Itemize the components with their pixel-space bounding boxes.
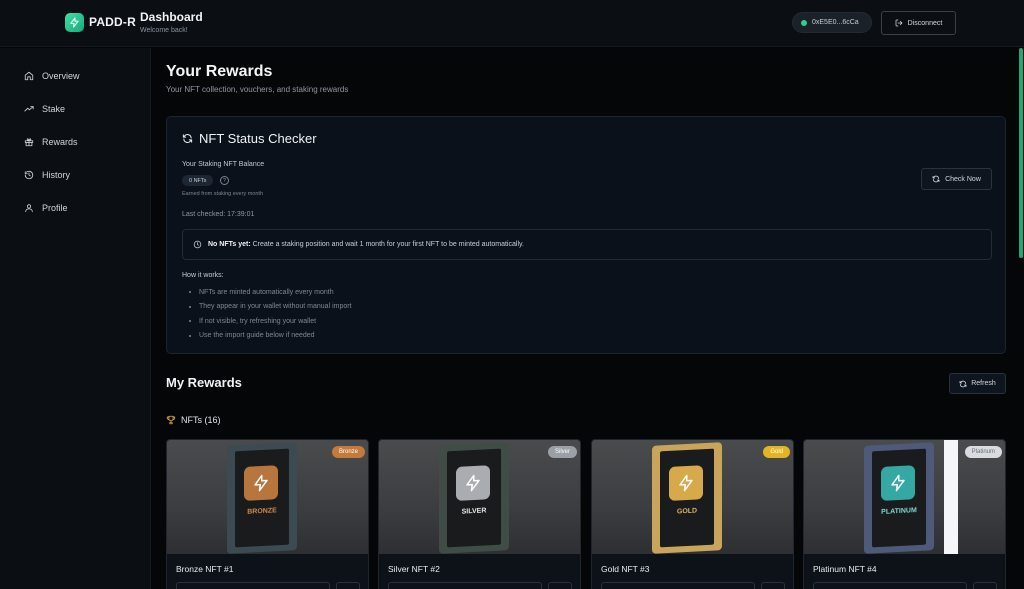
nft-name: Platinum NFT #4 bbox=[813, 564, 877, 574]
earned-note: Earned from staking every month bbox=[182, 191, 264, 197]
logo-bolt-icon bbox=[65, 13, 84, 32]
sidebar: Overview Stake Rewards History Profile bbox=[0, 48, 151, 589]
nft-more-button[interactable] bbox=[548, 582, 572, 589]
sidebar-item-label: Stake bbox=[42, 104, 66, 114]
nft-device-illustration: BRONZE bbox=[227, 442, 297, 554]
history-icon bbox=[24, 170, 34, 180]
tier-badge: Bronze bbox=[331, 446, 365, 458]
nft-balance-badge: 0 NFTs bbox=[182, 175, 214, 186]
sidebar-item-stake[interactable]: Stake bbox=[24, 102, 65, 116]
refresh-icon bbox=[959, 380, 967, 387]
header-subtitle: Welcome back! bbox=[140, 27, 188, 34]
disconnect-button[interactable]: Disconnect bbox=[881, 11, 956, 35]
sidebar-item-label: Overview bbox=[42, 71, 80, 81]
bolt-icon bbox=[881, 465, 915, 501]
app-root: PADD-R Dashboard Welcome back! 0xE5E0...… bbox=[0, 0, 1024, 589]
nft-device-illustration: SILVER bbox=[439, 442, 509, 554]
wallet-address-chip[interactable]: 0xE5E0...6cCa bbox=[792, 12, 872, 33]
nft-more-button[interactable] bbox=[336, 582, 360, 589]
list-item: NFTs are minted automatically every mont… bbox=[189, 285, 352, 300]
last-checked-text: Last checked: 17:39:01 bbox=[182, 211, 255, 218]
sidebar-item-label: History bbox=[42, 170, 71, 180]
no-nfts-notice: No NFTs yet: Create a staking position a… bbox=[182, 229, 992, 260]
nft-more-button[interactable] bbox=[761, 582, 785, 589]
nft-name: Gold NFT #3 bbox=[601, 564, 650, 574]
tier-badge: Platinum bbox=[964, 446, 1002, 458]
logout-icon bbox=[895, 19, 903, 27]
sidebar-item-label: Rewards bbox=[42, 137, 78, 147]
nfts-count-label: NFTs (16) bbox=[181, 415, 221, 425]
my-rewards-title: My Rewards bbox=[166, 375, 242, 390]
nft-device-illustration: PLATINUM bbox=[864, 442, 934, 554]
nft-image: PLATINUM Platinum bbox=[804, 440, 1005, 554]
nfts-count-heading: NFTs (16) bbox=[166, 415, 221, 425]
nft-card-platinum[interactable]: PLATINUM Platinum Platinum NFT #4 bbox=[803, 439, 1006, 589]
help-icon[interactable]: ? bbox=[220, 176, 229, 185]
main-content: Your Rewards Your NFT collection, vouche… bbox=[152, 48, 1018, 589]
refresh-button[interactable]: Refresh bbox=[949, 373, 1006, 394]
nft-name: Bronze NFT #1 bbox=[176, 564, 234, 574]
refresh-icon bbox=[932, 175, 940, 183]
nft-image: GOLD Gold bbox=[592, 440, 793, 554]
check-now-button[interactable]: Check Now bbox=[921, 168, 992, 190]
header-title: Dashboard bbox=[140, 10, 203, 24]
page-title: Your Rewards bbox=[166, 63, 273, 80]
wallet-address: 0xE5E0...6cCa bbox=[812, 19, 859, 26]
how-it-works-list: NFTs are minted automatically every mont… bbox=[189, 285, 352, 343]
sidebar-item-overview[interactable]: Overview bbox=[24, 69, 80, 83]
disconnect-label: Disconnect bbox=[907, 19, 943, 27]
refresh-label: Refresh bbox=[971, 380, 996, 387]
nft-card-bronze[interactable]: BRONZE Bronze Bronze NFT #1 bbox=[166, 439, 369, 589]
how-it-works-title: How it works: bbox=[182, 272, 224, 279]
home-icon bbox=[24, 71, 34, 81]
tier-badge: Silver bbox=[547, 446, 577, 458]
page-scrollbar[interactable] bbox=[1019, 48, 1023, 258]
list-item: They appear in your wallet without manua… bbox=[189, 300, 352, 315]
sidebar-item-label: Profile bbox=[42, 203, 68, 213]
bolt-icon bbox=[456, 465, 490, 501]
tier-badge: Gold bbox=[763, 446, 790, 458]
user-icon bbox=[25, 204, 33, 213]
list-item: Use the import guide below if needed bbox=[189, 329, 352, 344]
nft-card-gold[interactable]: GOLD Gold Gold NFT #3 bbox=[591, 439, 794, 589]
bolt-icon bbox=[244, 465, 278, 501]
nft-more-button[interactable] bbox=[973, 582, 997, 589]
sidebar-item-history[interactable]: History bbox=[24, 168, 70, 182]
refresh-icon bbox=[182, 134, 193, 143]
status-checker-title: NFT Status Checker bbox=[182, 131, 317, 146]
light-panel bbox=[944, 440, 958, 554]
top-header: PADD-R Dashboard Welcome back! 0xE5E0...… bbox=[0, 0, 1024, 47]
nft-device-illustration: GOLD bbox=[652, 442, 722, 554]
nft-card-silver[interactable]: SILVER Silver Silver NFT #2 bbox=[378, 439, 581, 589]
nft-image: SILVER Silver bbox=[379, 440, 580, 554]
notice-text: Create a staking position and wait 1 mon… bbox=[252, 241, 524, 248]
bolt-icon bbox=[669, 465, 703, 501]
sidebar-item-rewards[interactable]: Rewards bbox=[24, 135, 78, 149]
trending-up-icon bbox=[24, 106, 34, 112]
page-subtitle: Your NFT collection, vouchers, and staki… bbox=[166, 85, 349, 94]
connected-status-dot bbox=[801, 19, 807, 26]
nft-action-button[interactable] bbox=[388, 582, 542, 589]
clock-icon bbox=[193, 240, 202, 249]
nft-action-button[interactable] bbox=[601, 582, 755, 589]
nft-status-checker-card: NFT Status Checker Your Staking NFT Bala… bbox=[166, 116, 1006, 354]
notice-bold: No NFTs yet: bbox=[208, 241, 251, 248]
trophy-icon bbox=[166, 415, 176, 425]
nft-image: BRONZE Bronze bbox=[167, 440, 368, 554]
list-item: If not visible, try refreshing your wall… bbox=[189, 314, 352, 329]
nft-name: Silver NFT #2 bbox=[388, 564, 440, 574]
staking-nft-balance-label: Your Staking NFT Balance bbox=[182, 161, 265, 168]
nft-action-button[interactable] bbox=[176, 582, 330, 589]
gift-icon bbox=[24, 138, 34, 147]
nft-action-button[interactable] bbox=[813, 582, 967, 589]
sidebar-item-profile[interactable]: Profile bbox=[24, 201, 68, 215]
check-now-label: Check Now bbox=[945, 175, 981, 183]
logo-text: PADD-R bbox=[89, 15, 136, 29]
status-checker-title-text: NFT Status Checker bbox=[199, 131, 317, 146]
